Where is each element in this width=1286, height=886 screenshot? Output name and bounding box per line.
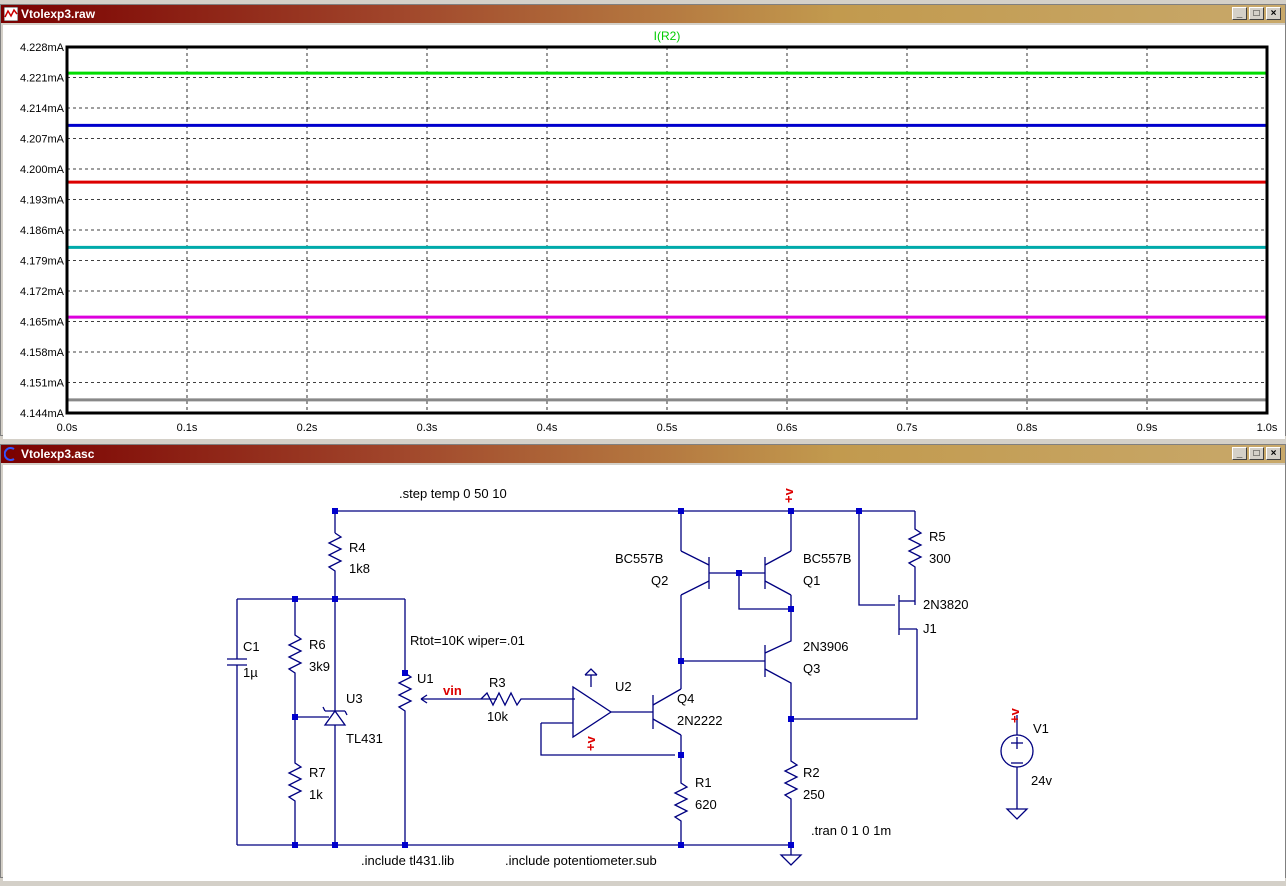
x-tick-label: 0.6s xyxy=(777,422,798,434)
y-tick-label: 4.228mA xyxy=(20,42,65,54)
y-tick-label: 4.172mA xyxy=(20,286,65,298)
u1-label[interactable]: U1 xyxy=(417,671,434,686)
waveform-titlebar[interactable]: Vtolexp3.raw _ □ × xyxy=(1,5,1285,23)
v1-label[interactable]: V1 xyxy=(1033,721,1049,736)
y-tick-label: 4.207mA xyxy=(20,134,65,146)
y-tick-label: 4.214mA xyxy=(20,103,65,115)
r7-value[interactable]: 1k xyxy=(309,787,323,802)
v1-value[interactable]: 24v xyxy=(1031,773,1052,788)
r5-value[interactable]: 300 xyxy=(929,551,951,566)
x-tick-label: 0.4s xyxy=(537,422,558,434)
schematic-titlebar[interactable]: Vtolexp3.asc _ □ × xyxy=(1,445,1285,463)
include-tl431[interactable]: .include tl431.lib xyxy=(361,853,454,868)
step-directive[interactable]: .step temp 0 50 10 xyxy=(399,486,507,501)
r2-value[interactable]: 250 xyxy=(803,787,825,802)
x-tick-label: 1.0s xyxy=(1257,422,1278,434)
y-tick-label: 4.151mA xyxy=(20,378,65,390)
y-tick-label: 4.221mA xyxy=(20,73,65,85)
close-button[interactable]: × xyxy=(1266,7,1281,20)
x-tick-label: 0.2s xyxy=(297,422,318,434)
waveform-window-title: Vtolexp3.raw xyxy=(21,7,96,21)
maximize-button[interactable]: □ xyxy=(1249,7,1264,20)
x-tick-label: 0.0s xyxy=(57,422,78,434)
waveform-window: Vtolexp3.raw _ □ × I(R2) 4.228mA 4.221mA 4… xyxy=(0,4,1286,439)
x-tick-label: 0.9s xyxy=(1137,422,1158,434)
u3-value[interactable]: TL431 xyxy=(346,731,383,746)
y-tick-label: 4.158mA xyxy=(20,347,65,359)
x-tick-label: 0.8s xyxy=(1017,422,1038,434)
r4-value[interactable]: 1k8 xyxy=(349,561,370,576)
y-tick-label: 4.144mA xyxy=(20,408,65,420)
tran-directive[interactable]: .tran 0 1 0 1m xyxy=(811,823,891,838)
minimize-button[interactable]: _ xyxy=(1232,447,1247,460)
q2-label[interactable]: Q2 xyxy=(651,573,668,588)
x-tick-label: 0.7s xyxy=(897,422,918,434)
x-tick-label: 0.1s xyxy=(177,422,198,434)
pot-params[interactable]: Rtot=10K wiper=.01 xyxy=(410,633,525,648)
j1-label[interactable]: J1 xyxy=(923,621,937,636)
opamp-vplus-label: +v xyxy=(583,735,598,751)
maximize-button[interactable]: □ xyxy=(1249,447,1264,460)
r6-value[interactable]: 3k9 xyxy=(309,659,330,674)
include-potentiometer[interactable]: .include potentiometer.sub xyxy=(505,853,657,868)
r5-label[interactable]: R5 xyxy=(929,529,946,544)
schematic-window-title: Vtolexp3.asc xyxy=(21,447,95,461)
vplus-label: +v xyxy=(781,487,796,503)
plot-pane[interactable]: I(R2) 4.228mA 4.221mA 4.214mA 4.207mA 4.200m… xyxy=(3,25,1285,439)
y-tick-label: 4.193mA xyxy=(20,195,65,207)
y-tick-label: 4.165mA xyxy=(20,317,65,329)
q1-value[interactable]: BC557B xyxy=(803,551,851,566)
q4-label[interactable]: Q4 xyxy=(677,691,694,706)
q3-value[interactable]: 2N3906 xyxy=(803,639,849,654)
j1-value[interactable]: 2N3820 xyxy=(923,597,969,612)
r4-label[interactable]: R4 xyxy=(349,540,366,555)
r1-label[interactable]: R1 xyxy=(695,775,712,790)
r1-value[interactable]: 620 xyxy=(695,797,717,812)
y-tick-label: 4.186mA xyxy=(20,225,65,237)
schematic-app-icon xyxy=(4,447,15,461)
r6-label[interactable]: R6 xyxy=(309,637,326,652)
vin-label: vin xyxy=(443,683,462,698)
c1-value[interactable]: 1µ xyxy=(243,665,258,680)
x-tick-label: 0.3s xyxy=(417,422,438,434)
waveform-app-icon xyxy=(4,7,18,21)
r2-label[interactable]: R2 xyxy=(803,765,820,780)
u3-label[interactable]: U3 xyxy=(346,691,363,706)
u2-label[interactable]: U2 xyxy=(615,679,632,694)
trace-label-i-r2[interactable]: I(R2) xyxy=(654,29,681,43)
q1-label[interactable]: Q1 xyxy=(803,573,820,588)
v1-plus-label: +v xyxy=(1007,707,1022,723)
waveform-chart[interactable]: I(R2) 4.228mA 4.221mA 4.214mA 4.207mA 4.200m… xyxy=(3,25,1285,439)
r7-label[interactable]: R7 xyxy=(309,765,326,780)
circuit-schematic[interactable]: .step temp 0 50 10 +v R4 1k8 C1 1µ R6 3k… xyxy=(3,465,1285,881)
r3-value[interactable]: 10k xyxy=(487,709,508,724)
schematic-canvas[interactable]: .step temp 0 50 10 +v R4 1k8 C1 1µ R6 3k… xyxy=(3,465,1285,881)
minimize-button[interactable]: _ xyxy=(1232,7,1247,20)
r3-label[interactable]: R3 xyxy=(489,675,506,690)
schematic-window: Vtolexp3.asc _ □ × .step temp 0 50 10 +v… xyxy=(0,444,1286,881)
close-button[interactable]: × xyxy=(1266,447,1281,460)
y-tick-label: 4.179mA xyxy=(20,256,65,268)
q4-value[interactable]: 2N2222 xyxy=(677,713,723,728)
c1-label[interactable]: C1 xyxy=(243,639,260,654)
y-tick-label: 4.200mA xyxy=(20,164,65,176)
q3-label[interactable]: Q3 xyxy=(803,661,820,676)
x-tick-label: 0.5s xyxy=(657,422,678,434)
q2-value[interactable]: BC557B xyxy=(615,551,663,566)
